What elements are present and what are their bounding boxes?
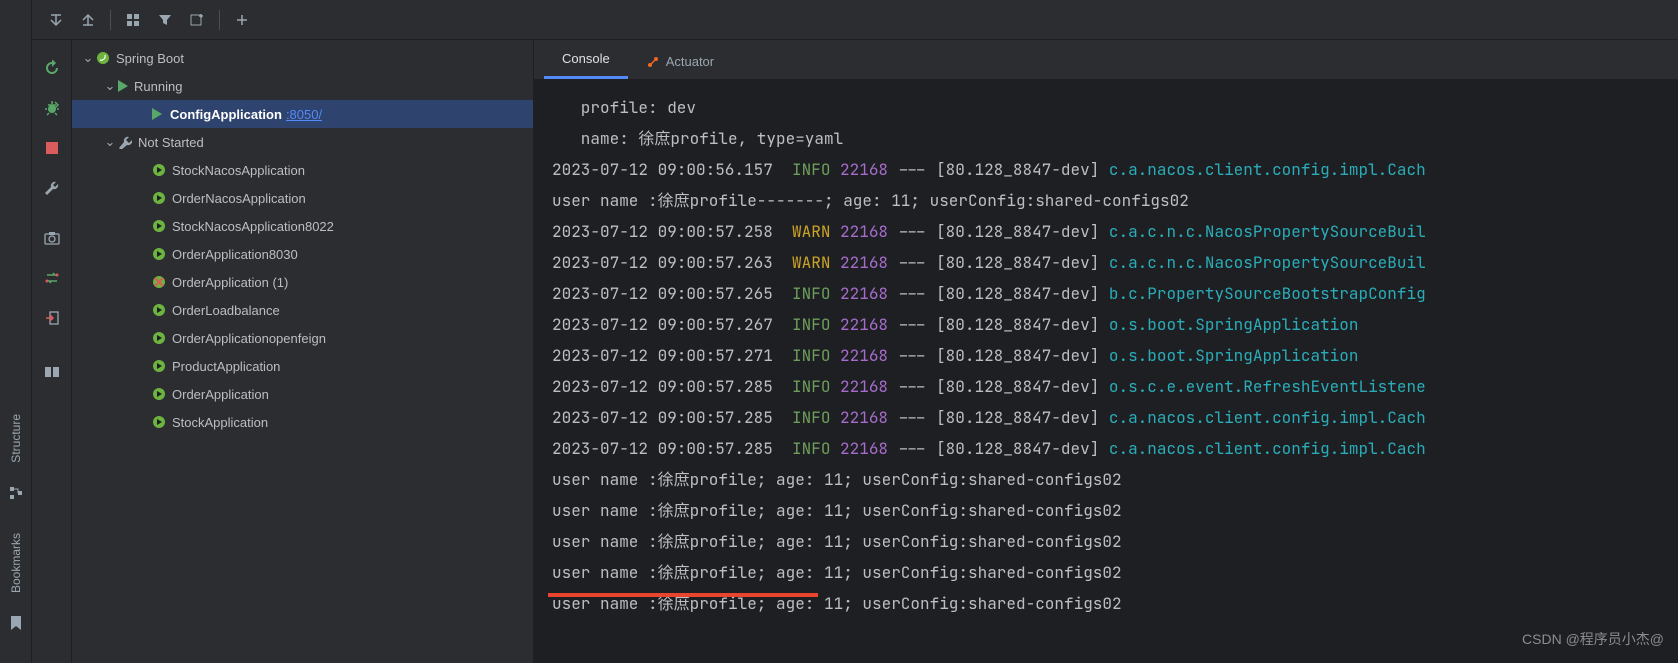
- running-group[interactable]: ⌄ Running: [72, 72, 533, 100]
- console-line: user name :徐庶profile-------; age: 11; us…: [552, 185, 1678, 216]
- spring-run-icon: [152, 359, 166, 373]
- csdn-watermark: CSDN @程序员小杰@: [1522, 624, 1664, 655]
- console-line: 2023-07-12 09:00:57.285 INFO 22168 --- […: [552, 371, 1678, 402]
- bookmarks-icon[interactable]: [4, 611, 28, 635]
- rerun-debug-button[interactable]: [38, 94, 66, 122]
- console-line: 2023-07-12 09:00:57.285 INFO 22168 --- […: [552, 433, 1678, 464]
- app-label: OrderApplicationopenfeign: [172, 331, 326, 346]
- spring-run-icon: [152, 387, 166, 401]
- structure-icon[interactable]: [4, 481, 28, 505]
- layout-button[interactable]: [38, 358, 66, 386]
- app-label: StockApplication: [172, 415, 268, 430]
- separator: [219, 10, 220, 30]
- stop-button[interactable]: [38, 134, 66, 162]
- app-item[interactable]: OrderApplication: [72, 380, 533, 408]
- root-label: Spring Boot: [116, 51, 184, 66]
- spring-icon: [96, 51, 110, 65]
- spring-run-icon: [152, 415, 166, 429]
- app-item[interactable]: OrderNacosApplication: [72, 184, 533, 212]
- run-actions-column: [32, 40, 72, 663]
- hotswap-button[interactable]: [38, 264, 66, 292]
- app-label: ProductApplication: [172, 359, 280, 374]
- console-panel: Console Actuator profile: dev name: 徐庶pr…: [534, 40, 1678, 663]
- chevron-down-icon: ⌄: [102, 134, 118, 150]
- app-label: StockNacosApplication8022: [172, 219, 334, 234]
- separator: [110, 10, 111, 30]
- app-label: StockNacosApplication: [172, 163, 305, 178]
- app-port-link[interactable]: :8050/: [286, 107, 322, 122]
- spring-error-icon: [152, 275, 166, 289]
- gear-icon: [118, 135, 132, 149]
- services-toolbar: [32, 0, 1678, 40]
- app-item[interactable]: ProductApplication: [72, 352, 533, 380]
- spring-run-icon: [152, 247, 166, 261]
- running-label: Running: [134, 79, 182, 94]
- actuator-tab[interactable]: Actuator: [628, 44, 732, 79]
- spring-run-icon: [152, 331, 166, 345]
- services-tree: ⌄ Spring Boot ⌄ Running ConfigAppli: [72, 40, 534, 663]
- app-label: OrderNacosApplication: [172, 191, 306, 206]
- app-label: OrderApplication (1): [172, 275, 288, 290]
- console-line: 2023-07-12 09:00:57.267 INFO 22168 --- […: [552, 309, 1678, 340]
- camera-button[interactable]: [38, 224, 66, 252]
- console-line: user name :徐庶profile; age: 11; userConfi…: [552, 526, 1678, 557]
- console-line: 2023-07-12 09:00:57.285 INFO 22168 --- […: [552, 402, 1678, 433]
- bookmarks-tab[interactable]: Bookmarks: [9, 533, 23, 593]
- spring-run-icon: [152, 163, 166, 177]
- config-application-item[interactable]: ConfigApplication :8050/: [72, 100, 533, 128]
- console-line: 2023-07-12 09:00:56.157 INFO 22168 --- […: [552, 154, 1678, 185]
- app-item[interactable]: StockApplication: [72, 408, 533, 436]
- app-label: OrderApplication: [172, 387, 269, 402]
- add-service-button[interactable]: [183, 6, 211, 34]
- spring-run-icon: [152, 303, 166, 317]
- filter-button[interactable]: [151, 6, 179, 34]
- console-line: 2023-07-12 09:00:57.263 WARN 22168 --- […: [552, 247, 1678, 278]
- app-item[interactable]: OrderApplicationopenfeign: [72, 324, 533, 352]
- not-started-group[interactable]: ⌄ Not Started: [72, 128, 533, 156]
- console-line: user name :徐庶profile; age: 11; userConfi…: [552, 464, 1678, 495]
- play-icon: [152, 108, 162, 120]
- console-line: profile: dev: [552, 92, 1678, 123]
- structure-tab[interactable]: Structure: [9, 414, 23, 463]
- chevron-down-icon: ⌄: [80, 50, 96, 66]
- app-label: ConfigApplication: [170, 107, 282, 122]
- red-underline-annotation: [548, 593, 818, 597]
- expand-all-button[interactable]: [42, 6, 70, 34]
- spring-run-icon: [152, 191, 166, 205]
- app-item[interactable]: OrderApplication (1): [72, 268, 533, 296]
- console-line: user name :徐庶profile; age: 11; userConfi…: [552, 495, 1678, 526]
- add-button[interactable]: [228, 6, 256, 34]
- wrench-button[interactable]: [38, 174, 66, 202]
- spring-run-icon: [152, 219, 166, 233]
- spring-boot-root[interactable]: ⌄ Spring Boot: [72, 44, 533, 72]
- app-item[interactable]: StockNacosApplication: [72, 156, 533, 184]
- exit-button[interactable]: [38, 304, 66, 332]
- console-tab[interactable]: Console: [544, 41, 628, 79]
- rerun-button[interactable]: [38, 54, 66, 82]
- play-icon: [118, 80, 128, 92]
- console-tabs: Console Actuator: [534, 40, 1678, 80]
- app-item[interactable]: OrderLoadbalance: [72, 296, 533, 324]
- app-item[interactable]: OrderApplication8030: [72, 240, 533, 268]
- app-label: OrderLoadbalance: [172, 303, 280, 318]
- app-item[interactable]: StockNacosApplication8022: [72, 212, 533, 240]
- console-line: 2023-07-12 09:00:57.265 INFO 22168 --- […: [552, 278, 1678, 309]
- app-label: OrderApplication8030: [172, 247, 298, 262]
- collapse-all-button[interactable]: [74, 6, 102, 34]
- console-line: user name :徐庶profile; age: 11; userConfi…: [552, 557, 1678, 588]
- console-line: 2023-07-12 09:00:57.271 INFO 22168 --- […: [552, 340, 1678, 371]
- actuator-icon: [646, 55, 660, 69]
- console-line: name: 徐庶profile, type=yaml: [552, 123, 1678, 154]
- console-line: 2023-07-12 09:00:57.258 WARN 22168 --- […: [552, 216, 1678, 247]
- group-button[interactable]: [119, 6, 147, 34]
- console-output[interactable]: profile: dev name: 徐庶profile, type=yaml2…: [534, 80, 1678, 663]
- not-started-label: Not Started: [138, 135, 204, 150]
- chevron-down-icon: ⌄: [102, 78, 118, 94]
